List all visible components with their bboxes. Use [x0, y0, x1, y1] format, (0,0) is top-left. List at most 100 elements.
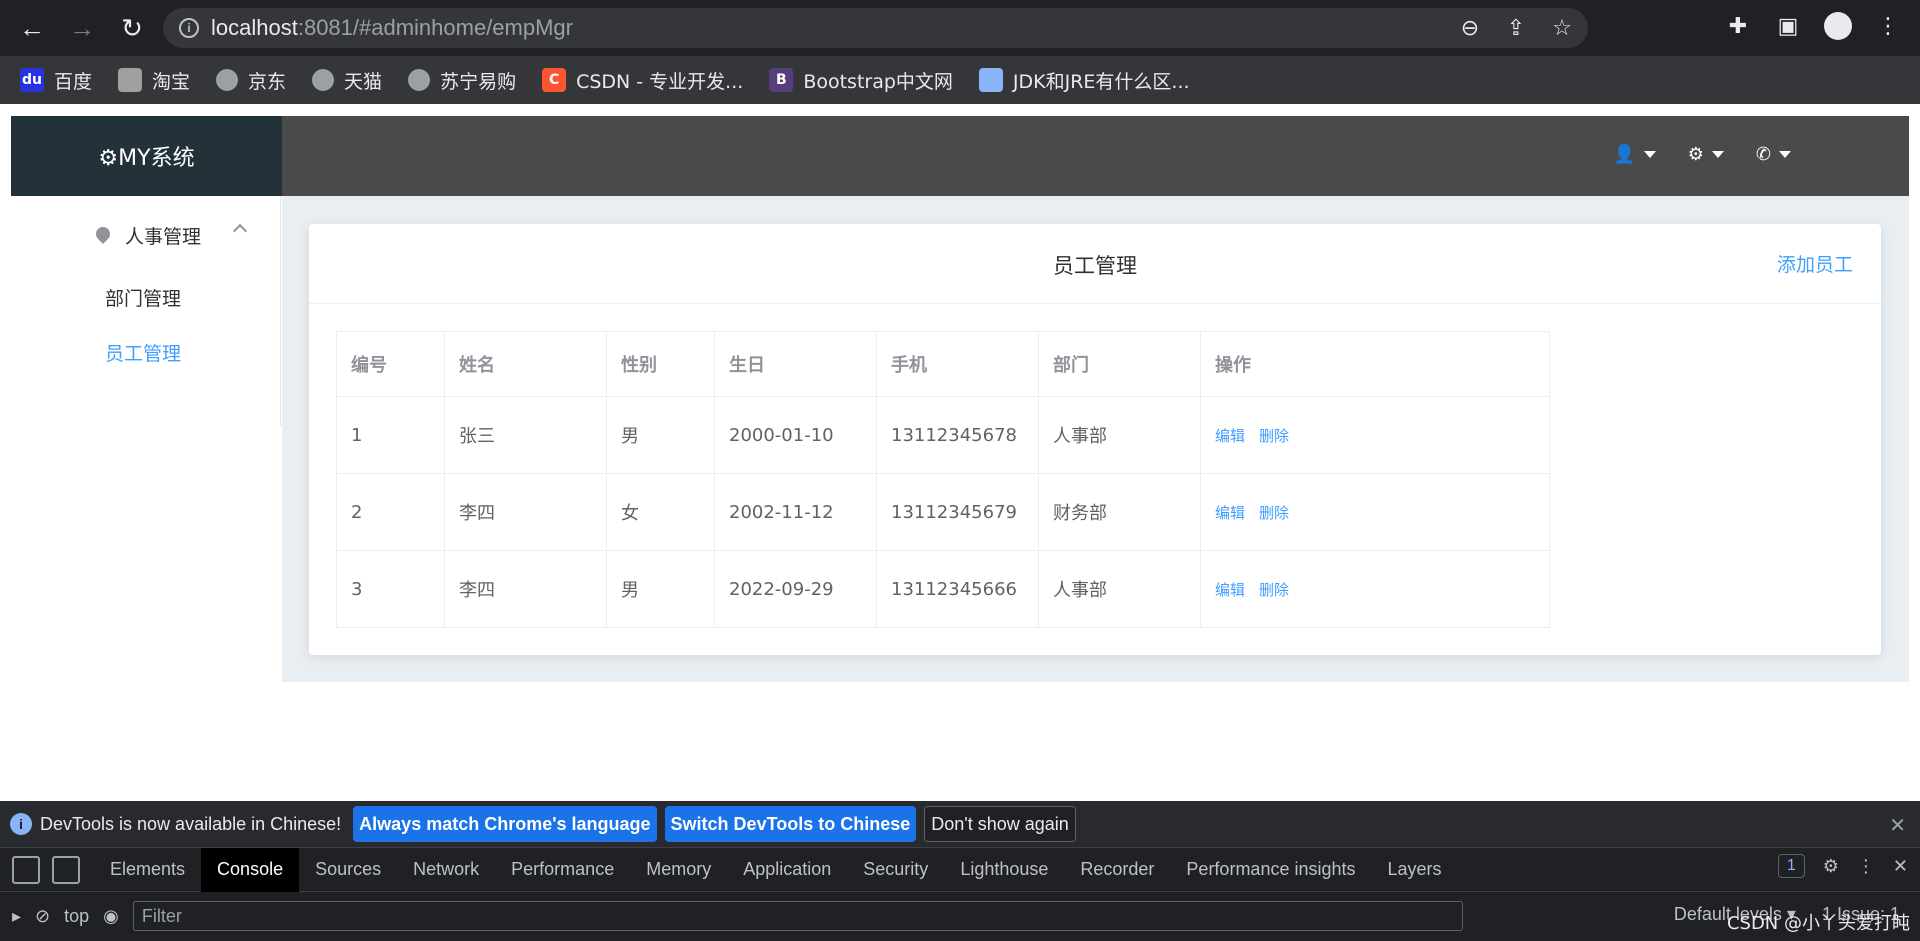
phone-dropdown[interactable]: ✆	[1756, 144, 1791, 165]
bookmark-tmall[interactable]: 天猫	[312, 67, 382, 94]
sidebar-toggle-icon[interactable]: ▸	[12, 906, 21, 927]
cell-id: 2	[336, 473, 445, 551]
add-employee-button[interactable]: 添加员工	[1777, 250, 1853, 277]
close-icon[interactable]: ✕	[1889, 813, 1906, 838]
issues-badge[interactable]: 1	[1777, 854, 1805, 878]
csdn-icon: C	[542, 68, 567, 92]
clear-console-icon[interactable]: ⊘	[35, 906, 50, 927]
chevron-up-icon[interactable]	[232, 223, 248, 239]
browser-toolbar: ← → ↻ i localhost:8081/#adminhome/empMgr…	[0, 0, 1920, 56]
more-icon[interactable]: ⋮	[1857, 856, 1875, 877]
profile-icon[interactable]	[1822, 10, 1854, 42]
sidebar-group-hr[interactable]: 人事管理	[95, 222, 201, 249]
col-header-dept: 部门	[1038, 331, 1201, 397]
banner-message: DevTools is now available in Chinese!	[40, 813, 342, 834]
cell-phone: 13112345678	[876, 396, 1039, 474]
user-icon: 👤	[1613, 144, 1636, 164]
devtools-language-banner: i DevTools is now available in Chinese! …	[0, 801, 1920, 848]
side-panel-icon[interactable]: ▣	[1772, 10, 1804, 42]
tab-performance-insights[interactable]: Performance insights	[1170, 848, 1371, 892]
user-dropdown[interactable]: 👤	[1613, 144, 1656, 165]
cell-actions: 编辑 删除	[1200, 396, 1550, 474]
bookmark-jd[interactable]: 京东	[216, 67, 286, 94]
cell-actions: 编辑 删除	[1200, 473, 1550, 551]
zoom-icon[interactable]: ⊖	[1456, 14, 1484, 42]
device-toolbar-icon[interactable]	[52, 855, 80, 884]
address-bar[interactable]: i localhost:8081/#adminhome/empMgr ⊖ ⇪ ☆	[163, 8, 1588, 48]
tab-recorder[interactable]: Recorder	[1064, 848, 1170, 892]
tab-performance[interactable]: Performance	[495, 848, 630, 892]
watermark: CSDN @小丫头爱打盹	[1726, 913, 1910, 934]
cell-birthday: 2000-01-10	[714, 396, 877, 474]
table-header-row: 编号 姓名 性别 生日 手机 部门 操作	[336, 331, 1550, 397]
cell-gender: 男	[606, 396, 715, 474]
sidebar: 人事管理 部门管理 员工管理	[11, 196, 281, 426]
cell-name: 李四	[444, 550, 607, 628]
match-language-button[interactable]: Always match Chrome's language	[353, 806, 657, 842]
employee-table: 编号 姓名 性别 生日 手机 部门 操作 1 张三 男 2000-01-10 1…	[336, 331, 1550, 628]
close-devtools-icon[interactable]: ✕	[1893, 856, 1908, 877]
bookmark-jdk[interactable]: JDK和JRE有什么区...	[978, 67, 1190, 94]
tab-lighthouse[interactable]: Lighthouse	[944, 848, 1064, 892]
col-header-birthday: 生日	[714, 331, 877, 397]
dont-show-again-button[interactable]: Don't show again	[924, 806, 1076, 842]
bookmark-bootstrap[interactable]: B Bootstrap中文网	[769, 67, 953, 94]
app-page: ⚙MY系统 👤 ⚙ ✆ 人事管理 部门管理 员工管理 员工管理 添加员工 编号 …	[0, 104, 1920, 801]
settings-dropdown[interactable]: ⚙	[1688, 144, 1724, 165]
globe-icon	[408, 69, 431, 91]
settings-icon[interactable]: ⚙	[1823, 856, 1839, 877]
cell-gender: 男	[606, 550, 715, 628]
chevron-down-icon	[1779, 151, 1791, 158]
switch-chinese-button[interactable]: Switch DevTools to Chinese	[664, 806, 917, 842]
reload-icon[interactable]: ↻	[114, 10, 150, 46]
cell-id: 3	[336, 550, 445, 628]
menu-icon[interactable]: ⋮	[1872, 10, 1904, 42]
extensions-icon[interactable]: ✚	[1722, 10, 1754, 42]
sidebar-item-dept[interactable]: 部门管理	[105, 284, 181, 311]
tab-console[interactable]: Console	[201, 847, 300, 892]
col-header-name: 姓名	[444, 331, 607, 397]
forward-icon[interactable]: →	[64, 10, 100, 46]
info-icon: i	[10, 813, 32, 835]
baidu-icon: du	[20, 68, 44, 92]
col-header-gender: 性别	[606, 331, 715, 397]
tab-layers[interactable]: Layers	[1372, 848, 1458, 892]
cell-dept: 人事部	[1038, 550, 1201, 628]
bookmark-suning[interactable]: 苏宁易购	[408, 67, 516, 94]
tab-security[interactable]: Security	[847, 848, 944, 892]
taobao-icon	[118, 68, 143, 92]
url-text[interactable]: localhost:8081/#adminhome/empMgr	[211, 15, 573, 41]
bookmarks-bar: du 百度 淘宝 京东 天猫 苏宁易购 C CSDN - 专业开发... B Boot…	[0, 56, 1920, 104]
col-header-actions: 操作	[1200, 331, 1550, 397]
bookmark-baidu[interactable]: du 百度	[20, 67, 92, 94]
edit-button[interactable]: 编辑	[1215, 581, 1245, 599]
sidebar-item-emp[interactable]: 员工管理	[105, 339, 181, 366]
cell-actions: 编辑 删除	[1200, 550, 1550, 628]
eye-icon[interactable]: ◉	[103, 906, 119, 927]
cell-birthday: 2022-09-29	[714, 550, 877, 628]
cell-birthday: 2002-11-12	[714, 473, 877, 551]
bookmark-star-icon[interactable]: ☆	[1548, 14, 1576, 42]
tab-network[interactable]: Network	[397, 848, 495, 892]
site-info-icon[interactable]: i	[179, 18, 199, 38]
avatar-icon	[978, 68, 1003, 92]
tab-elements[interactable]: Elements	[94, 848, 201, 892]
delete-button[interactable]: 删除	[1259, 504, 1289, 522]
globe-icon	[216, 69, 239, 91]
context-selector[interactable]: top	[64, 906, 89, 927]
chevron-down-icon	[1711, 151, 1724, 158]
inspect-icon[interactable]	[12, 855, 40, 884]
edit-button[interactable]: 编辑	[1215, 427, 1245, 445]
back-icon[interactable]: ←	[14, 10, 50, 46]
share-icon[interactable]: ⇪	[1502, 14, 1530, 42]
delete-button[interactable]: 删除	[1259, 427, 1289, 445]
cell-phone: 13112345666	[876, 550, 1039, 628]
filter-input[interactable]: Filter	[132, 901, 1463, 931]
edit-button[interactable]: 编辑	[1215, 504, 1245, 522]
tab-application[interactable]: Application	[727, 848, 847, 892]
tab-memory[interactable]: Memory	[630, 848, 727, 892]
bookmark-taobao[interactable]: 淘宝	[118, 67, 190, 94]
tab-sources[interactable]: Sources	[299, 848, 397, 892]
delete-button[interactable]: 删除	[1259, 581, 1289, 599]
bookmark-csdn[interactable]: C CSDN - 专业开发...	[542, 67, 743, 94]
